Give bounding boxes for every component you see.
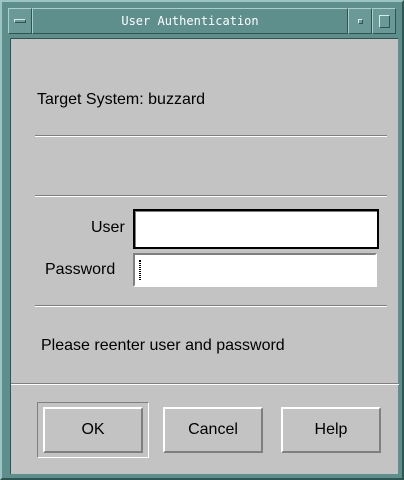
minimize-button[interactable] (348, 8, 372, 34)
ok-button[interactable]: OK (43, 407, 143, 453)
user-input[interactable] (133, 209, 379, 249)
separator-top (35, 135, 387, 137)
minimize-icon (357, 18, 363, 24)
password-input[interactable] (133, 253, 377, 287)
title-area[interactable]: User Authentication (32, 8, 348, 34)
separator-bottom (35, 305, 387, 307)
window-menu-button[interactable] (8, 8, 32, 34)
window-title: User Authentication (121, 14, 259, 28)
text-cursor (139, 260, 141, 280)
dialog-window: User Authentication Target System: buzza… (0, 0, 404, 480)
window-menu-icon (14, 19, 26, 23)
title-bar[interactable]: User Authentication (8, 8, 396, 36)
separator-middle (35, 195, 387, 197)
button-bar: OK Cancel Help (11, 383, 399, 476)
cancel-button[interactable]: Cancel (163, 407, 263, 453)
status-message: Please reenter user and password (41, 337, 285, 354)
maximize-button[interactable] (372, 8, 396, 34)
target-system-label: Target System: buzzard (37, 91, 206, 108)
help-button[interactable]: Help (281, 407, 381, 453)
maximize-icon (378, 14, 390, 28)
user-label: User (91, 219, 125, 236)
password-label: Password (45, 261, 116, 278)
dialog-body: Target System: buzzard User Password Ple… (10, 38, 399, 476)
